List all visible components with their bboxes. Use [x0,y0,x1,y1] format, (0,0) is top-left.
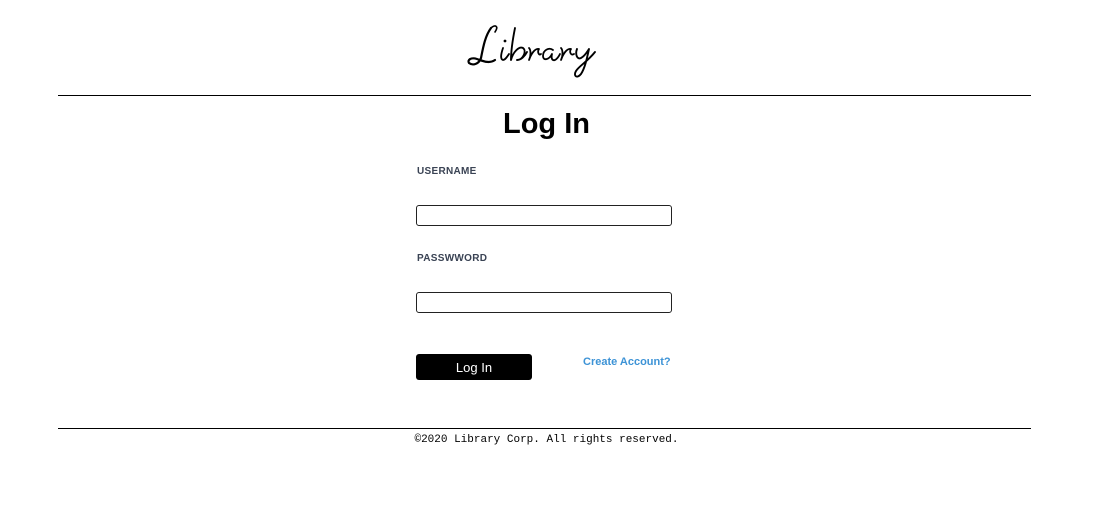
username-label: USERNAME [417,166,477,177]
create-account-link[interactable]: Create Account? [583,356,671,368]
login-button[interactable]: Log In [416,354,532,380]
password-input[interactable] [416,292,672,313]
footer-divider [58,428,1031,429]
page-title: Log In [503,108,590,140]
library-logo-script [466,25,596,78]
username-input[interactable] [416,205,672,226]
footer-copyright: ©2020 Library Corp. All rights reserved. [414,434,679,446]
password-label: PASSWWORD [417,253,488,264]
header-divider [58,95,1031,96]
site-logo [0,14,1093,84]
